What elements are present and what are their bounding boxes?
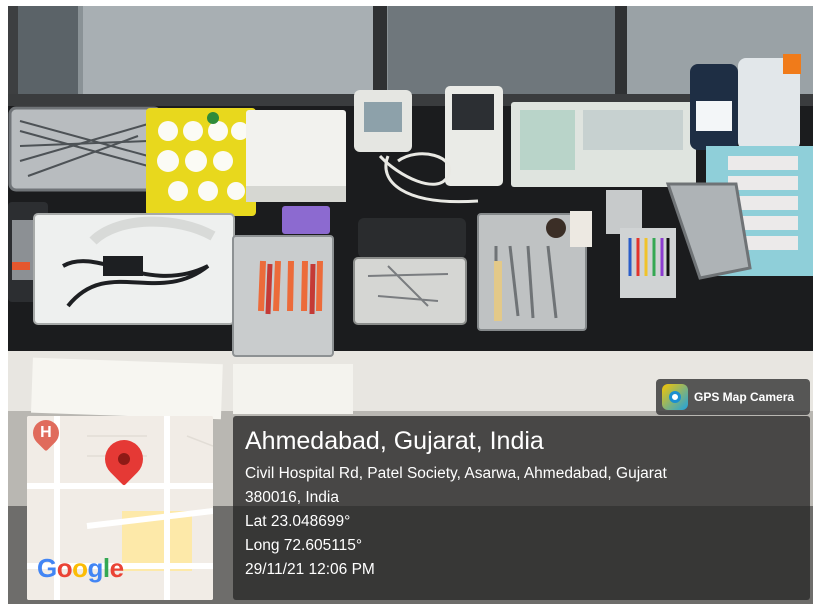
timestamp: 29/11/21 12:06 PM [245,561,375,578]
gps-map-camera-icon [662,384,688,410]
photo-frame: GPS Map Camera H Google Ahmedabad, Gujar… [0,0,819,609]
latitude: Lat 23.048699° [245,513,351,530]
address-line-1: Civil Hospital Rd, Patel Society, Asarwa… [245,465,667,482]
gps-map-camera-badge: GPS Map Camera [656,379,810,415]
location-info-card: Ahmedabad, Gujarat, India Civil Hospital… [233,416,810,600]
google-logo: Google [37,553,124,583]
location-title: Ahmedabad, Gujarat, India [245,427,544,455]
address-line-2: 380016, India [245,489,339,506]
badge-label: GPS Map Camera [694,390,795,404]
location-map: H Google [27,416,213,600]
hospital-marker-label: H [40,424,52,441]
longitude: Long 72.605115° [245,537,363,554]
